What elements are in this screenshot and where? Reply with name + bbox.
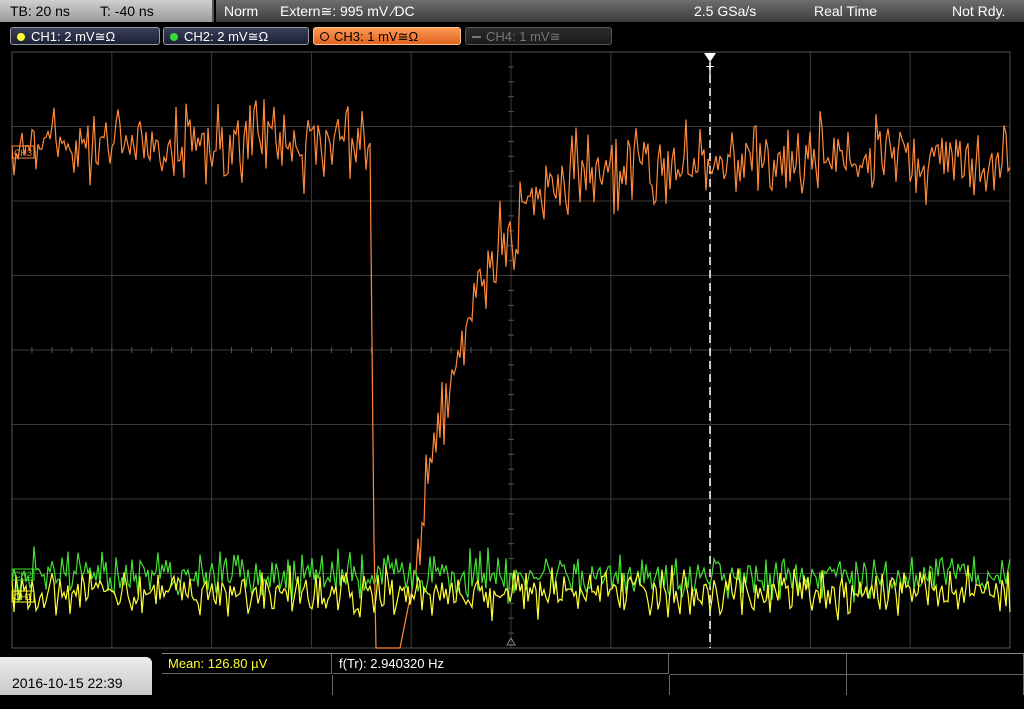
- bottom-bar: 2016-10-15 22:39 Mean: 126.80 µV f(Tr): …: [0, 653, 1024, 695]
- grid: [11, 51, 1011, 649]
- channel-tab-ch3[interactable]: CH3: 1 mV≅Ω: [313, 27, 461, 45]
- timebase-panel[interactable]: TB: 20 ns T: -40 ns: [0, 0, 214, 22]
- measurement-slot-5[interactable]: [162, 675, 333, 695]
- ch1-label: CH1: 2 mV≅Ω: [31, 29, 116, 44]
- ch3-offset-marker[interactable]: CH3: [11, 145, 35, 159]
- ch1-indicator-icon: [17, 33, 25, 41]
- trigger-panel[interactable]: Norm Extern≅: 995 mV ⁄DC 2.5 GSa/s Real …: [216, 0, 1024, 22]
- ch3-marker-label: CH3: [14, 148, 32, 158]
- ch2-marker-label: CH2: [14, 570, 32, 580]
- trigger-arrow-icon[interactable]: [704, 53, 716, 62]
- trigger-mode[interactable]: Norm: [224, 0, 258, 22]
- frequency-measurement[interactable]: f(Tr): 2.940320 Hz: [333, 654, 669, 674]
- trigger-marker-label: T: [706, 63, 714, 78]
- trigger-marker[interactable]: T: [704, 53, 716, 78]
- measurement-panel[interactable]: Mean: 126.80 µV f(Tr): 2.940320 Hz: [162, 653, 1024, 696]
- measurement-slot-3[interactable]: [670, 654, 847, 675]
- sample-rate[interactable]: 2.5 GSa/s: [694, 0, 756, 22]
- channel-tab-ch2[interactable]: CH2: 2 mV≅Ω: [163, 27, 309, 45]
- acquisition-mode[interactable]: Real Time: [814, 0, 877, 22]
- ch2-offset-marker[interactable]: CH2: [11, 568, 35, 581]
- measurement-slot-4[interactable]: [847, 654, 1024, 675]
- waveform-display[interactable]: T CH3 CH2 CH1: [0, 48, 1024, 653]
- ch4-indicator-icon: [472, 36, 481, 38]
- ch2-label: CH2: 2 mV≅Ω: [184, 29, 269, 44]
- ch2-indicator-icon: [170, 33, 178, 41]
- trigger-time-readout[interactable]: T: -40 ns: [100, 0, 154, 22]
- timebase-readout[interactable]: TB: 20 ns: [10, 0, 70, 22]
- channel-tab-ch4[interactable]: CH4: 1 mV≅: [465, 27, 612, 45]
- datetime-display: 2016-10-15 22:39: [0, 657, 152, 695]
- mean-measurement[interactable]: Mean: 126.80 µV: [162, 654, 332, 674]
- ch3-indicator-icon: [320, 32, 329, 41]
- datetime-text: 2016-10-15 22:39: [12, 675, 123, 691]
- channel-tabs: CH1: 2 mV≅Ω CH2: 2 mV≅Ω CH3: 1 mV≅Ω CH4:…: [0, 24, 1024, 48]
- measurement-slot-6[interactable]: [333, 675, 670, 695]
- measurement-slot-7[interactable]: [670, 675, 847, 695]
- ch1-marker-label: CH1: [14, 592, 32, 602]
- ch3-label: CH3: 1 mV≅Ω: [334, 29, 419, 44]
- ch1-offset-marker[interactable]: CH1: [11, 590, 35, 603]
- trigger-source[interactable]: Extern≅: 995 mV ⁄DC: [280, 0, 415, 22]
- status-bar: TB: 20 ns T: -40 ns Norm Extern≅: 995 mV…: [0, 0, 1024, 23]
- channel-tab-ch1[interactable]: CH1: 2 mV≅Ω: [10, 27, 160, 45]
- trigger-state: Not Rdy.: [952, 3, 1006, 19]
- ch4-label: CH4: 1 mV≅: [486, 29, 561, 44]
- measurement-slot-8[interactable]: [847, 675, 1024, 695]
